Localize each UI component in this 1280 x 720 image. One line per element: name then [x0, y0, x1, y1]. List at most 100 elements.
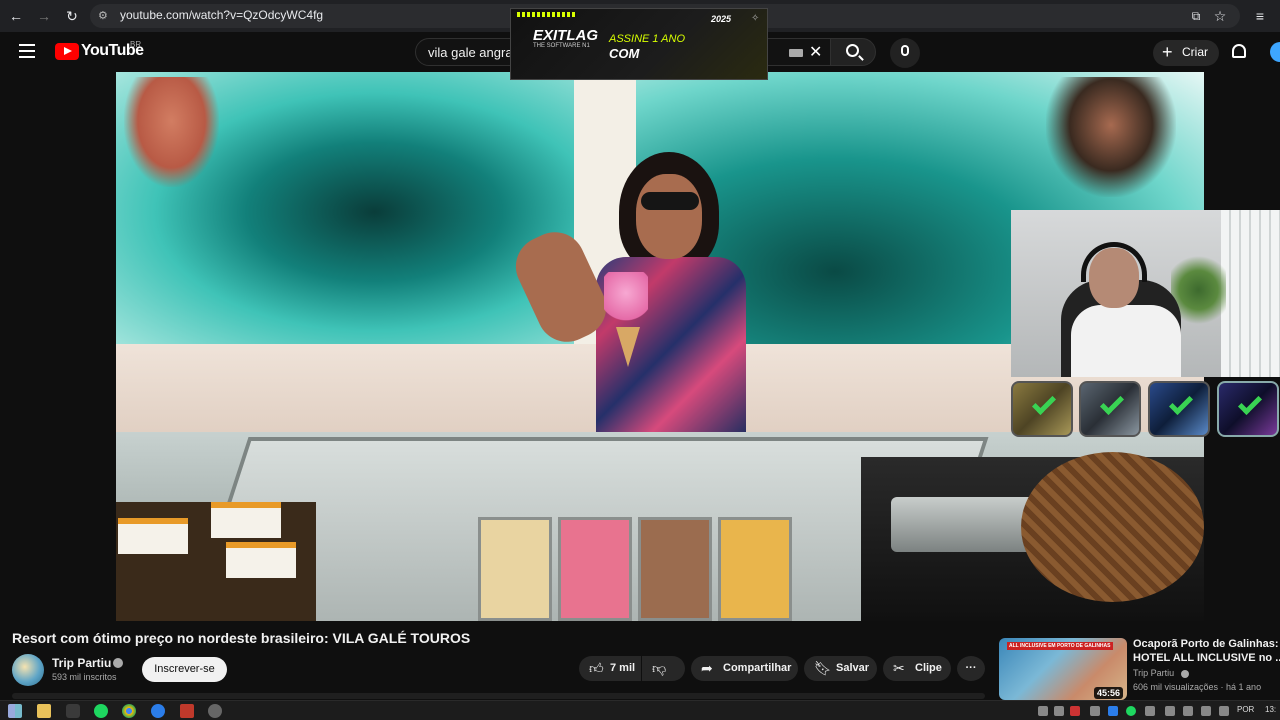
xbox-app-icon[interactable] [66, 704, 80, 718]
url-text[interactable]: youtube.com/watch?v=QzOdcyWC4fg [120, 8, 323, 22]
flavor-sign [226, 542, 296, 578]
tray-spotify-icon[interactable] [1126, 706, 1136, 716]
search-icon [846, 44, 859, 57]
share-arrow-icon: ➦ [701, 660, 713, 676]
flavor-sign [211, 502, 281, 538]
more-actions-button[interactable]: ··· [957, 656, 985, 681]
bookmark-icon: 🔖︎ [814, 660, 832, 676]
tray-icon[interactable] [1145, 706, 1155, 716]
verified-icon [113, 658, 123, 668]
video-frame-topping-tray [891, 497, 1041, 552]
ice-cream-tub [558, 517, 632, 621]
achievement-tile [1011, 381, 1073, 437]
share-label: Compartilhar [723, 662, 792, 674]
ad-brand: EXITLAG [533, 27, 599, 44]
clear-search-icon[interactable]: ✕ [809, 42, 822, 62]
verified-icon [1181, 670, 1189, 678]
microphone-icon [901, 45, 909, 56]
recommendation-channel[interactable]: Trip Partiu [1133, 668, 1174, 678]
forward-icon[interactable]: → [34, 6, 54, 26]
voice-search-button[interactable] [890, 38, 920, 68]
battery-icon[interactable] [1183, 706, 1193, 716]
tray-icon[interactable] [1090, 706, 1100, 716]
country-code: BR [130, 40, 142, 49]
subscribe-button[interactable]: Inscrever-se [142, 657, 227, 682]
notifications-bell-icon[interactable] [1232, 44, 1246, 58]
search-query[interactable]: vila gale angra [428, 45, 513, 60]
ice-cream-tub [638, 517, 712, 621]
keyboard-icon[interactable] [789, 49, 803, 57]
check-icon [1099, 390, 1125, 416]
achievement-tile [1148, 381, 1210, 437]
tray-icon[interactable] [1038, 706, 1048, 716]
save-button[interactable]: 🔖︎ Salvar [804, 656, 877, 681]
thumbnail-caption: ALL INCLUSIVE EM PORTO DE GALINHAS [1007, 642, 1113, 650]
thumbs-down-icon: 👎︎ [652, 660, 667, 676]
recommendation-title-line2[interactable]: HOTEL ALL INCLUSIVE no ... [1133, 652, 1280, 664]
clock[interactable]: 13: [1265, 705, 1276, 714]
tray-icon[interactable] [1165, 706, 1175, 716]
tray-icon[interactable] [1054, 706, 1064, 716]
recommendation-meta: 606 mil visualizações · há 1 ano [1133, 682, 1262, 692]
chrome-icon[interactable] [122, 704, 136, 718]
video-frame-surfer-left [124, 77, 219, 187]
site-info-icon[interactable]: ⚙ [98, 9, 112, 23]
like-button[interactable]: 👍︎ 7 mil [579, 656, 641, 681]
clip-button[interactable]: ✂ Clipe [883, 656, 951, 681]
app-icon[interactable] [151, 704, 165, 718]
tray-icon[interactable] [1070, 706, 1080, 716]
reload-icon[interactable]: ↻ [62, 6, 82, 26]
create-button[interactable]: + Criar [1153, 40, 1219, 66]
ice-cream-tub [478, 517, 552, 621]
user-avatar[interactable] [1270, 42, 1280, 62]
bookmark-star-icon[interactable]: ☆ [1210, 6, 1230, 26]
flavor-sign [118, 518, 188, 554]
video-frame-surfer-right [1046, 77, 1176, 197]
volume-icon[interactable] [1219, 706, 1229, 716]
file-explorer-icon[interactable] [37, 704, 51, 718]
app-icon[interactable] [208, 704, 222, 718]
windows-start-icon[interactable] [8, 704, 22, 718]
channel-avatar[interactable] [12, 654, 44, 686]
video-frame-basket [1021, 452, 1204, 602]
youtube-logo-icon[interactable] [55, 43, 79, 60]
dislike-button[interactable]: 👎︎ [642, 656, 685, 681]
menu-icon[interactable] [19, 44, 35, 58]
spotify-icon[interactable] [94, 704, 108, 718]
tray-icon[interactable] [1108, 706, 1118, 716]
recommendation-title[interactable]: Ocaporã Porto de Galinhas: [1133, 638, 1278, 650]
ad-banner[interactable]: EXITLAG THE SOFTWARE N1 ASSINE 1 ANO COM… [510, 8, 768, 80]
ad-settings-icon[interactable]: ✧ [751, 13, 759, 24]
create-label: Criar [1182, 45, 1208, 59]
install-icon[interactable]: ⧉ [1186, 6, 1206, 26]
reading-list-icon[interactable]: ≡ [1250, 6, 1270, 26]
description-box-edge[interactable] [12, 693, 985, 699]
scissors-icon: ✂ [893, 660, 905, 676]
sunglasses [641, 192, 699, 210]
ad-line1: ASSINE 1 ANO [609, 33, 686, 45]
ice-cream-scoop [604, 272, 648, 332]
windows-taskbar: POR 13: [0, 700, 1280, 720]
search-button[interactable] [830, 38, 876, 66]
share-button[interactable]: ➦ Compartilhar [691, 656, 798, 681]
app-icon[interactable] [180, 704, 194, 718]
check-icon [1031, 390, 1057, 416]
ad-year: 2025 [711, 14, 732, 24]
webcam-overlay [1011, 210, 1280, 377]
check-icon [1237, 390, 1263, 416]
cam-person-body [1071, 305, 1181, 377]
channel-name[interactable]: Trip Partiu [52, 656, 111, 670]
ice-cream-tub [718, 517, 792, 621]
cam-window-blinds [1221, 210, 1280, 377]
wifi-icon[interactable] [1201, 706, 1211, 716]
back-icon[interactable]: ← [6, 6, 26, 26]
ad-tagline: THE SOFTWARE N1 [533, 43, 590, 49]
subscriber-count: 593 mil inscritos [52, 672, 117, 682]
headset-icon [1081, 242, 1147, 282]
language-indicator[interactable]: POR [1237, 705, 1254, 714]
ad-line2: COM [609, 46, 640, 61]
achievement-tile [1079, 381, 1141, 437]
video-title: Resort com ótimo preço no nordeste brasi… [12, 630, 471, 646]
thumbs-up-icon: 👍︎ [589, 660, 604, 676]
check-icon [1168, 390, 1194, 416]
